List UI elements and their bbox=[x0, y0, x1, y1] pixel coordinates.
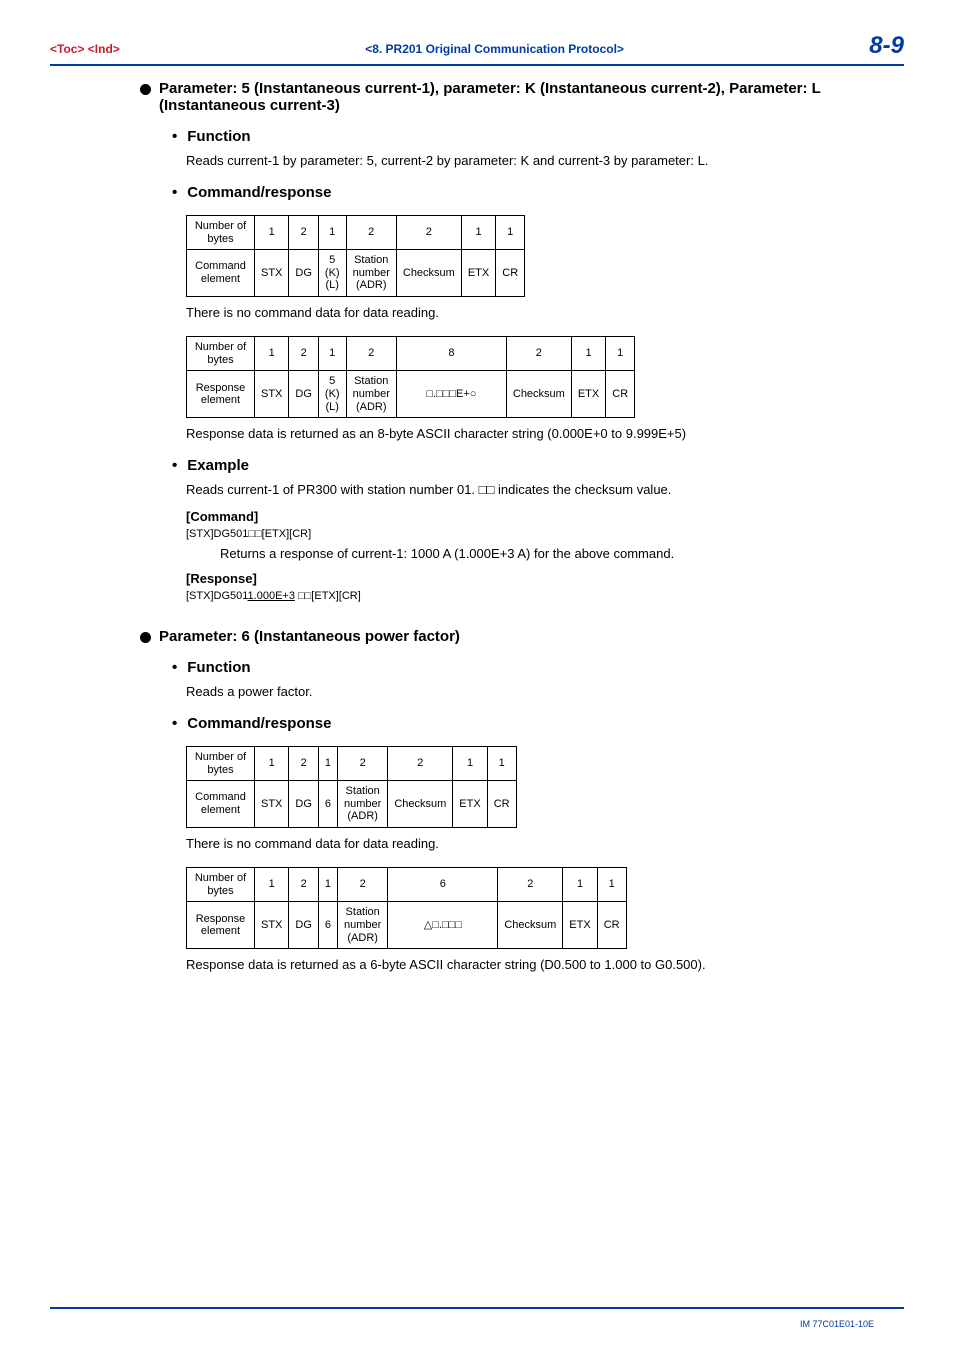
cmd-elem-label: Command element bbox=[187, 250, 255, 297]
example-heading: • Example bbox=[150, 457, 884, 474]
footer-doc-number: IM 77C01E01-10E bbox=[800, 1319, 874, 1329]
command-response-heading: • Command/response bbox=[150, 184, 884, 201]
example-label: Example bbox=[187, 457, 249, 474]
command-table-2: Number of bytes 1 2 1 2 2 1 1 Command el… bbox=[186, 746, 517, 828]
nbytes-label: Number of bytes bbox=[187, 215, 255, 249]
example-command-head: [Command] bbox=[186, 509, 884, 524]
code-underline: 1.000E+3 bbox=[248, 590, 295, 602]
example-text: Reads current-1 of PR300 with station nu… bbox=[186, 482, 884, 499]
nbytes-label: Number of bytes bbox=[187, 867, 255, 901]
command-table-1: Number of bytes 1 2 1 2 2 1 1 Command el… bbox=[186, 215, 525, 297]
table-row: Command element STX DG 6 Stationnumber(A… bbox=[187, 781, 517, 828]
cmd-note-2: There is no command data for data readin… bbox=[186, 836, 884, 853]
nbytes-label: Number of bytes bbox=[187, 336, 255, 370]
function-label: Function bbox=[187, 659, 250, 676]
table-row: Command element STX DG 5(K)(L) Stationnu… bbox=[187, 250, 525, 297]
bullet-sub-icon: • bbox=[172, 128, 177, 145]
cmd-note: There is no command data for data readin… bbox=[186, 305, 884, 322]
command-response-label: Command/response bbox=[187, 184, 331, 201]
header-left-nav[interactable]: <Toc> <Ind> bbox=[50, 42, 120, 56]
table-row: Number of bytes 1 2 1 2 6 2 1 1 bbox=[187, 867, 627, 901]
table-row: Response element STX DG 6 Stationnumber(… bbox=[187, 902, 627, 949]
table-row: Number of bytes 1 2 1 2 2 1 1 bbox=[187, 215, 525, 249]
example-command-code: [STX]DG501□□[ETX][CR] bbox=[186, 528, 884, 540]
example-return-text: Returns a response of current-1: 1000 A … bbox=[220, 546, 884, 561]
resp-elem-label: Response element bbox=[187, 902, 255, 949]
bullet-sub-icon: • bbox=[172, 184, 177, 201]
example-response-head: [Response] bbox=[186, 571, 884, 586]
header-page-num: 8-9 bbox=[869, 32, 904, 60]
bullet-sub-icon: • bbox=[172, 659, 177, 676]
param-5-title: Parameter: 5 (Instantaneous current-1), … bbox=[159, 80, 884, 114]
table-row: Response element STX DG 5(K)(L) Stationn… bbox=[187, 371, 635, 418]
command-response-heading-2: • Command/response bbox=[150, 715, 884, 732]
example-response-code: [STX]DG5011.000E+3 □□[ETX][CR] bbox=[186, 590, 884, 602]
page-footer-rule bbox=[50, 1307, 904, 1309]
function-text: Reads current-1 by parameter: 5, current… bbox=[186, 153, 884, 170]
resp-note-2: Response data is returned as a 6-byte AS… bbox=[186, 957, 884, 974]
bullet-sub-icon: • bbox=[172, 457, 177, 474]
function-heading: • Function bbox=[150, 128, 884, 145]
bullet-icon bbox=[140, 84, 151, 95]
table-row: Number of bytes 1 2 1 2 8 2 1 1 bbox=[187, 336, 635, 370]
cmd-elem-label: Command element bbox=[187, 781, 255, 828]
command-response-label: Command/response bbox=[187, 715, 331, 732]
response-table-2: Number of bytes 1 2 1 2 6 2 1 1 Response… bbox=[186, 867, 627, 949]
nbytes-label: Number of bytes bbox=[187, 746, 255, 780]
page-header: <Toc> <Ind> <8. PR201 Original Communica… bbox=[50, 32, 904, 66]
resp-note: Response data is returned as an 8-byte A… bbox=[186, 426, 884, 443]
code-post: □□[ETX][CR] bbox=[295, 590, 361, 602]
bullet-sub-icon: • bbox=[172, 715, 177, 732]
bullet-icon bbox=[140, 632, 151, 643]
resp-elem-label: Response element bbox=[187, 371, 255, 418]
header-chapter: <8. PR201 Original Communication Protoco… bbox=[365, 42, 624, 56]
code-pre: [STX]DG501 bbox=[186, 590, 248, 602]
function-heading-2: • Function bbox=[150, 659, 884, 676]
param-5-heading: Parameter: 5 (Instantaneous current-1), … bbox=[140, 80, 884, 114]
param-6-heading: Parameter: 6 (Instantaneous power factor… bbox=[140, 628, 884, 645]
param-6-title: Parameter: 6 (Instantaneous power factor… bbox=[159, 628, 460, 645]
table-row: Number of bytes 1 2 1 2 2 1 1 bbox=[187, 746, 517, 780]
response-table-1: Number of bytes 1 2 1 2 8 2 1 1 Response… bbox=[186, 336, 635, 418]
function-text-2: Reads a power factor. bbox=[186, 684, 884, 701]
function-label: Function bbox=[187, 128, 250, 145]
